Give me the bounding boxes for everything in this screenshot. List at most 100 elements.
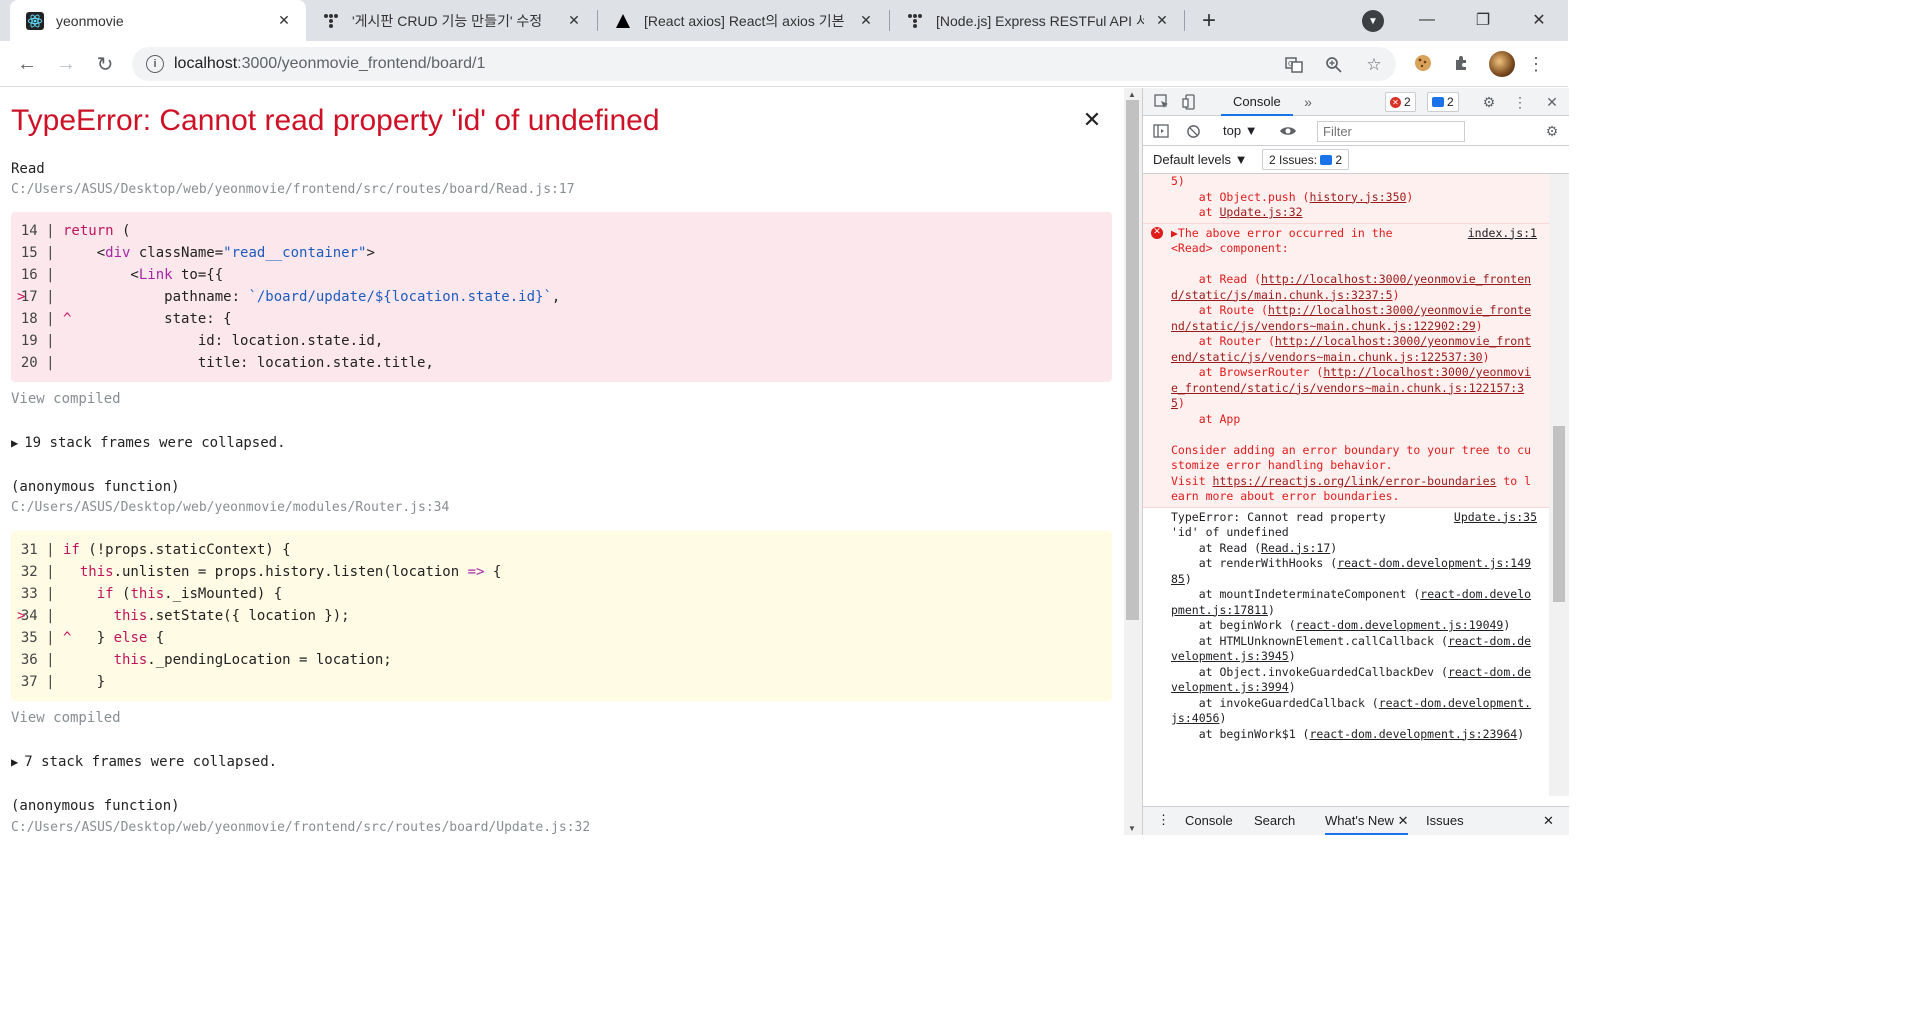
address-bar[interactable]: i localhost:3000/yeonmovie_frontend/boar… [132,47,1396,81]
devtools-drawer: ⋮ Console Search What's New ✕ Issues ✕ [1143,806,1569,835]
more-tabs-icon[interactable]: » [1299,93,1317,111]
frame-name: (anonymous function) [11,479,180,495]
cookie-extension-icon[interactable] [1412,52,1434,74]
bookmark-star-icon[interactable]: ☆ [1364,55,1384,75]
source-link[interactable]: index.js:1 [1467,225,1537,241]
code-line: 20 | title: location.state.title, [20,355,434,371]
drawer-tab-console[interactable]: Console [1185,813,1233,828]
code-line: >17 | pathname: `/board/update/${locatio… [17,289,561,305]
tab-title: [Node.js] Express RESTFul API 서 [936,12,1144,29]
code-block-router: 31 | if (!props.staticContext) { 32 | th… [11,531,1112,701]
scrollbar-thumb[interactable] [1553,426,1565,602]
tab-yeonmovie[interactable]: yeonmovie ✕ [10,0,306,41]
page-scrollbar[interactable]: ▲ ▼ [1124,88,1142,835]
translate-icon[interactable]: G [1284,55,1304,75]
frame-path[interactable]: C:/Users/ASUS/Desktop/web/yeonmovie/modu… [11,500,449,515]
code-line: 14 | return ( [20,223,131,239]
sidebar-toggle-icon[interactable] [1152,122,1170,140]
code-line: 37 | } [20,674,106,690]
extensions-puzzle-icon[interactable] [1451,52,1473,74]
error-icon: ✕ [1390,96,1401,108]
drawer-tab-issues[interactable]: Issues [1426,813,1464,828]
console-toolbar: top ▼ ⚙ [1143,117,1569,146]
code-line: 16 | <Link to={{ [20,267,224,283]
console-scrollbar[interactable] [1549,174,1569,796]
close-icon[interactable]: ✕ [1398,813,1409,828]
scroll-down-icon[interactable]: ▼ [1128,824,1136,833]
close-icon[interactable]: ✕ [1152,11,1172,31]
kebab-menu-icon[interactable]: ⋮ [1511,93,1529,111]
collapsed-frames-toggle[interactable]: ▶ 19 stack frames were collapsed. [11,435,286,451]
tab-crud[interactable]: '게시판 CRUD 기능 만들기' 수정 ✕ [306,0,596,41]
frame-path[interactable]: C:/Users/ASUS/Desktop/web/yeonmovie/fron… [11,820,590,835]
code-line: 36 | this._pendingLocation = location; [20,652,392,668]
view-compiled-link[interactable]: View compiled [11,391,121,407]
code-line: 31 | if (!props.staticContext) { [20,542,291,558]
url-text[interactable]: localhost:3000/yeonmovie_frontend/board/… [174,55,485,73]
tab-console[interactable]: Console [1221,88,1293,116]
window-close-button[interactable]: ✕ [1516,6,1562,34]
console-message-error: 5) at Object.push (history.js:350) at Up… [1143,174,1549,224]
drawer-tab-whats-new[interactable]: What's New ✕ [1325,813,1409,835]
console-message-error: ✕ index.js:1 ▶The above error occurred in … [1143,223,1549,508]
avatar[interactable] [1489,51,1515,77]
close-icon[interactable]: ✕ [564,11,584,31]
reload-button[interactable]: ↻ [92,51,118,77]
tab-search-button[interactable]: ▼ [1362,10,1384,32]
eye-icon[interactable] [1279,122,1297,140]
drawer-tab-search[interactable]: Search [1254,813,1295,828]
error-count-badge[interactable]: ✕ 2 [1385,92,1416,112]
filter-input[interactable] [1317,121,1465,142]
console-message-log: Update.js:35 TypeError: Cannot read prope… [1171,509,1537,741]
error-overlay: TypeError: Cannot read property 'id' of … [0,88,1124,835]
collapsed-frames-toggle[interactable]: ▶ 7 stack frames were collapsed. [11,754,277,770]
triangle-icon [614,12,632,30]
tab-title: [React axios] React의 axios 기본 [644,12,845,29]
devtools-panel: Console » ✕2 2 ⚙ ⋮ ✕ top ▼ ⚙ Default lev… [1142,88,1569,835]
frame-path[interactable]: C:/Users/ASUS/Desktop/web/yeonmovie/fron… [11,182,575,197]
new-tab-button[interactable]: + [1196,7,1222,34]
back-button[interactable]: ← [14,51,40,77]
scroll-up-icon[interactable]: ▲ [1128,90,1136,99]
clear-console-icon[interactable] [1184,122,1202,140]
device-toolbar-icon[interactable] [1181,93,1199,111]
scrollbar-thumb[interactable] [1126,100,1139,620]
code-line: >34 | this.setState({ location }); [17,608,350,624]
error-icon: ✕ [1151,226,1163,239]
code-block-read: 14 | return ( 15 | <div className="read_… [11,212,1112,382]
code-line: 18 | ^ state: { [20,311,232,327]
browser-menu-icon[interactable]: ⋮ [1526,52,1546,76]
tab-title: '게시판 CRUD 기능 만들기' 수정 [352,12,543,29]
log-levels-dropdown[interactable]: Default levels ▼ [1153,152,1248,167]
context-selector[interactable]: top ▼ [1223,123,1258,138]
expand-triangle-icon: ▶ [11,436,19,450]
console-settings-icon[interactable]: ⚙ [1543,122,1561,140]
zoom-icon[interactable] [1324,55,1344,75]
tab-express[interactable]: [Node.js] Express RESTFul API 서 ✕ [890,0,1184,41]
issues-button[interactable]: 2 Issues: 2 [1262,149,1350,170]
inspect-element-icon[interactable] [1153,93,1171,111]
close-icon[interactable]: ✕ [856,11,876,31]
code-line: 35 | ^ } else { [20,630,165,646]
frame-name: Read [11,161,45,177]
svg-text:G: G [1288,60,1293,68]
browser-toolbar: ← → ↻ i localhost:3000/yeonmovie_fronten… [0,41,1568,87]
forward-button[interactable]: → [53,51,79,77]
velog-icon [906,12,924,30]
tab-title: yeonmovie [56,12,124,29]
minimize-button[interactable]: — [1404,6,1450,34]
close-icon[interactable]: ✕ [274,11,294,31]
view-compiled-link[interactable]: View compiled [11,710,121,726]
overlay-close-button[interactable]: ✕ [1082,107,1102,132]
close-devtools-icon[interactable]: ✕ [1543,93,1561,111]
console-output[interactable]: 5) at Object.push (history.js:350) at Up… [1143,174,1549,796]
message-count-badge[interactable]: 2 [1427,92,1459,112]
gear-icon[interactable]: ⚙ [1480,93,1498,111]
info-icon[interactable]: i [146,55,164,73]
restore-button[interactable]: ❐ [1460,6,1506,34]
drawer-menu-icon[interactable]: ⋮ [1157,812,1170,828]
tab-axios[interactable]: [React axios] React의 axios 기본 ✕ [598,0,888,41]
close-drawer-icon[interactable]: ✕ [1543,813,1554,829]
source-link[interactable]: Update.js:35 [1453,509,1537,525]
message-icon [1320,154,1333,165]
